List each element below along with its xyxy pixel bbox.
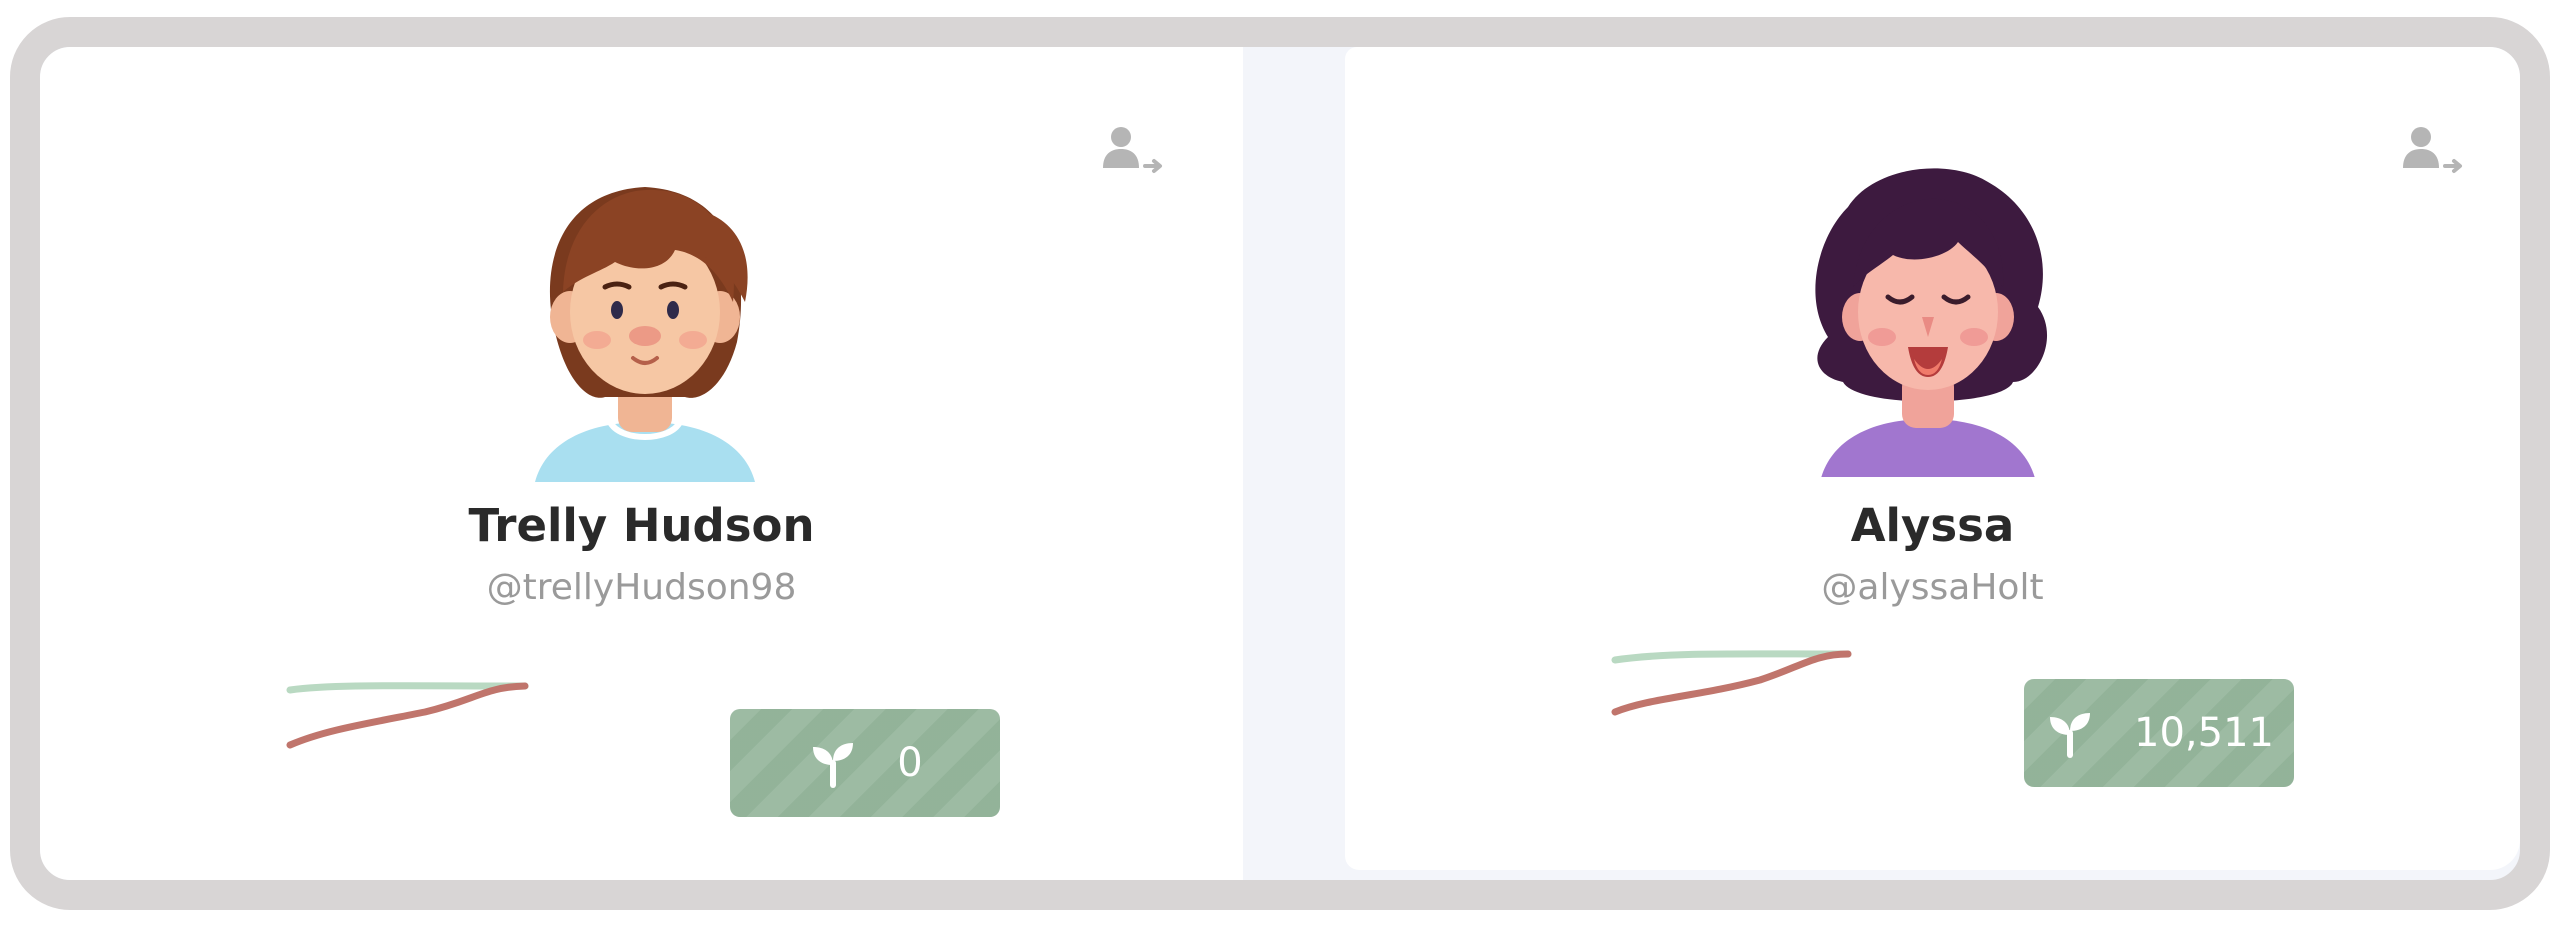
person-arrow-icon[interactable] [2397,122,2467,182]
points-badge[interactable]: 10,511 [2024,679,2294,787]
profile-name: Alyssa [1850,499,2015,552]
points-badge[interactable]: 0 [730,709,1000,817]
points-value: 10,511 [2134,710,2274,756]
profile-card-trelly: Trelly Hudson @trellyHudson98 0 [40,47,1243,880]
profile-handle: @alyssaHolt [1821,567,2044,608]
profile-cards-frame: Trelly Hudson @trellyHudson98 0 Alyssa @… [10,17,2550,910]
points-value: 0 [897,740,923,786]
sprout-icon [813,743,854,788]
boy-avatar [515,152,775,482]
girl-avatar [1798,147,2058,482]
sprout-icon [2050,713,2091,758]
activity-sparkline [1611,650,1852,716]
profile-handle: @trellyHudson98 [486,567,797,608]
profile-name: Trelly Hudson [468,499,815,552]
profile-card-alyssa: Alyssa @alyssaHolt 10,511 [1345,47,2520,870]
activity-sparkline [286,682,529,749]
person-arrow-icon[interactable] [1097,122,1167,182]
